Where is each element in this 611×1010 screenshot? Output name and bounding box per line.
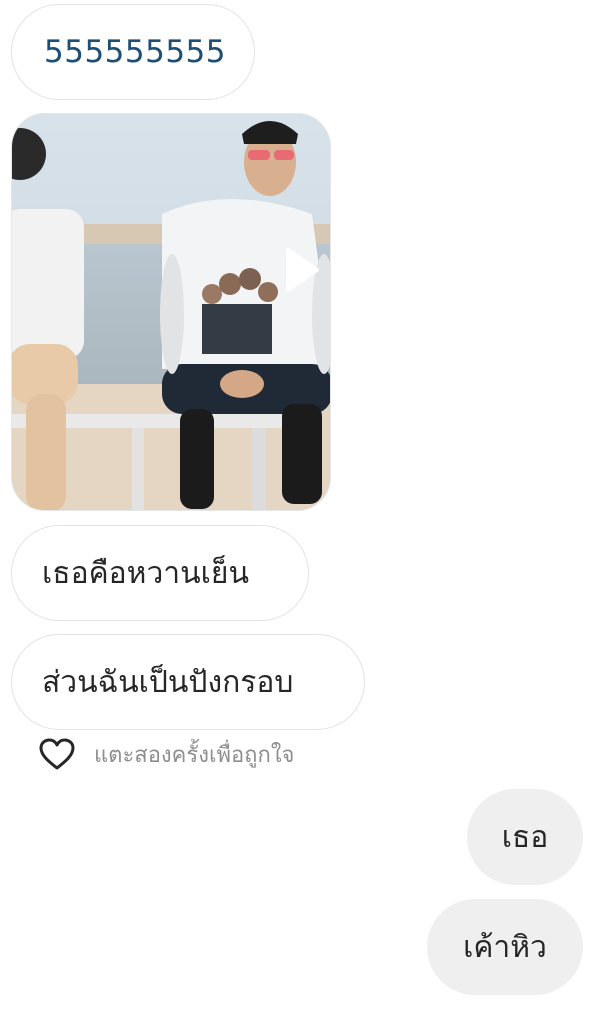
message-text: เธอ xyxy=(501,819,549,855)
message-text: 555555555 xyxy=(44,34,227,70)
outgoing-message-bubble[interactable]: เค้าหิว xyxy=(427,899,583,995)
message-text: เค้าหิว xyxy=(463,929,547,965)
video-thumbnail xyxy=(12,114,330,510)
double-tap-hint: แตะสองครั้งเพื่อถูกใจ xyxy=(94,742,295,768)
heart-icon[interactable] xyxy=(38,737,76,771)
incoming-message-bubble[interactable]: เธอคือหวานเย็น xyxy=(11,525,309,621)
message-text: ส่วนฉันเป็นปังกรอบ xyxy=(42,664,294,700)
incoming-message-bubble[interactable]: ส่วนฉันเป็นปังกรอบ xyxy=(11,634,365,730)
message-text: เธอคือหวานเย็น xyxy=(42,555,249,591)
incoming-message-bubble[interactable]: 555555555 xyxy=(11,4,255,100)
outgoing-message-bubble[interactable]: เธอ xyxy=(467,789,583,885)
like-prompt: แตะสองครั้งเพื่อถูกใจ xyxy=(38,734,294,774)
play-icon[interactable] xyxy=(284,247,320,293)
video-message[interactable] xyxy=(11,113,331,511)
